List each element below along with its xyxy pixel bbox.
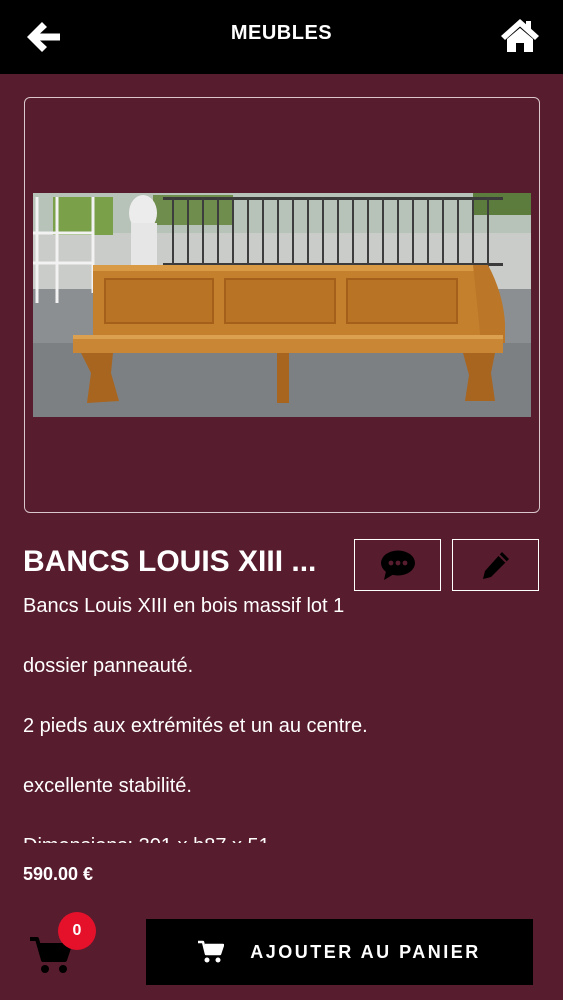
pencil-icon — [482, 552, 509, 579]
description-line: Dimensions: 301 x h87 x 51 — [23, 831, 543, 843]
product-title: BANCS LOUIS XIII ... — [23, 545, 317, 578]
product-photo — [33, 193, 531, 417]
description-line: dossier panneauté. — [23, 655, 194, 677]
description-line: Bancs Louis XIII en bois massif lot 1 — [23, 595, 345, 617]
top-bar: MEUBLES — [0, 0, 563, 74]
product-description: Bancs Louis XIII en bois massif lot 1 do… — [23, 591, 543, 843]
page-title: MEUBLES — [230, 22, 333, 44]
edit-button[interactable] — [452, 539, 539, 591]
cart-icon — [198, 940, 225, 963]
product-image-frame[interactable] — [24, 97, 540, 513]
cart-button[interactable]: 0 — [28, 912, 100, 982]
description-line: 2 pieds aux extrémités et un au centre. — [23, 715, 368, 737]
comment-button[interactable] — [354, 539, 441, 591]
add-to-cart-label: AJOUTER AU PANIER — [250, 941, 481, 962]
home-button[interactable] — [499, 14, 541, 56]
comment-icon — [380, 550, 415, 580]
add-to-cart-button[interactable]: AJOUTER AU PANIER — [146, 919, 533, 985]
cart-count-badge: 0 — [58, 912, 96, 950]
product-price: 590.00 € — [23, 864, 94, 884]
home-icon — [501, 19, 539, 52]
description-line: excellente stabilité. — [23, 775, 192, 797]
